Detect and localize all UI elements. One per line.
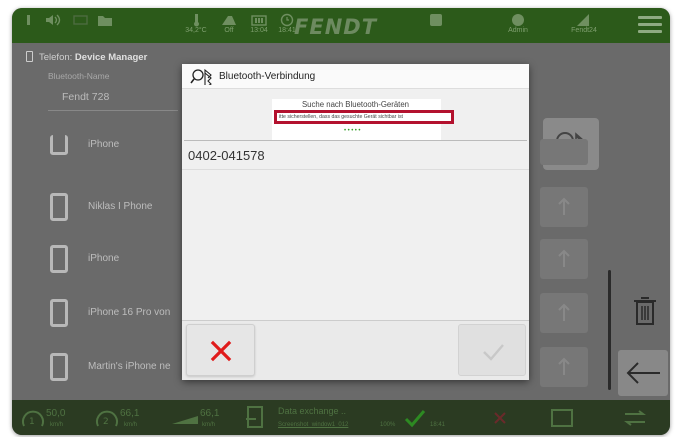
upload-button[interactable]: [540, 139, 588, 165]
check-icon: [404, 410, 426, 428]
device-label: Niklas I Phone: [88, 201, 153, 212]
divider: [184, 140, 527, 141]
speed-2-value: 66,1: [120, 408, 140, 419]
visibility-hint-text: itte sicherstellen, dass das gesuchte Ge…: [279, 114, 403, 120]
warning-icon[interactable]: [492, 410, 508, 426]
speed-1-value: 50,0: [46, 408, 66, 419]
device-row[interactable]: iPhone 16 Pro von: [40, 291, 180, 335]
arrow-up-icon: [558, 197, 570, 215]
data-transfer-icon: [246, 406, 263, 428]
phone-icon: [50, 245, 68, 273]
status-bar: 1 50,0 km/h 2 66,1 km/h 66,1 km/h Data e…: [12, 400, 670, 435]
scrollbar[interactable]: [608, 270, 611, 390]
terminal-display: 34,2°C Off 13:04 18:41 FENDT Admin Fendt…: [12, 8, 670, 435]
menu-icon[interactable]: [638, 16, 662, 34]
fendt-logo: FENDT: [294, 15, 378, 39]
device-row[interactable]: Niklas I Phone: [40, 185, 180, 229]
battery-time-indicator: 13:04: [244, 8, 274, 43]
temperature-text: 34,2°C: [185, 27, 207, 34]
found-devices-list: 0402-041578: [182, 142, 529, 320]
folder-icon: [94, 8, 116, 43]
upload-button[interactable]: [540, 347, 588, 387]
trash-icon: [634, 297, 656, 325]
keyboard-icon[interactable]: [426, 8, 446, 43]
data-exchange-percent: 100%: [380, 422, 396, 428]
switch-icon[interactable]: [622, 409, 648, 427]
page-title: Telefon: Device Manager: [26, 51, 147, 63]
phone-icon: [50, 353, 68, 381]
time-a-text: 13:04: [250, 27, 268, 34]
status-time: 18:41: [430, 422, 446, 428]
phone-icon: [50, 135, 68, 155]
device-label: Martin's iPhone ne: [88, 361, 171, 372]
admin-user[interactable]: Admin: [500, 8, 536, 43]
header-prefix: Telefon:: [39, 52, 73, 63]
data-exchange-text: Data exchange ..: [278, 406, 347, 416]
bluetooth-search-icon: [190, 68, 212, 85]
phone-icon: [26, 51, 33, 62]
off-text: Off: [224, 27, 234, 34]
checkmark-icon: [483, 344, 504, 361]
work-lights-indicator[interactable]: Off: [214, 8, 244, 43]
admin-label: Admin: [508, 27, 528, 34]
ground-speed-icon: [172, 416, 198, 424]
arrow-up-icon: [558, 303, 570, 321]
bluetooth-connection-dialog: Bluetooth-Verbindung Suche nach Bluetoot…: [182, 64, 529, 380]
temperature-indicator: 34,2°C: [178, 8, 214, 43]
speed-2-unit: km/h: [124, 422, 138, 428]
close-icon: [210, 340, 232, 362]
speed-1-unit: km/h: [50, 422, 64, 428]
top-bar: 34,2°C Off 13:04 18:41 FENDT Admin Fendt…: [12, 8, 670, 43]
fendt24-label: Fendt24: [571, 27, 597, 34]
search-status-text: Suche nach Bluetooth-Geräten: [301, 100, 410, 109]
upload-button[interactable]: [540, 293, 588, 333]
signal-icon: [18, 8, 40, 43]
device-label: iPhone 16 Pro von: [88, 307, 171, 318]
header-title: Device Manager: [74, 52, 148, 63]
svg-text:1: 1: [29, 417, 35, 427]
volume-icon[interactable]: [40, 8, 66, 43]
upload-button[interactable]: [540, 187, 588, 227]
phone-icon: [50, 299, 68, 327]
device-label: iPhone: [88, 253, 120, 264]
found-device-item[interactable]: 0402-041578: [182, 142, 529, 170]
data-exchange-filename: Screenshot_window1_012: [278, 422, 349, 428]
dialog-title-bar: Bluetooth-Verbindung: [182, 64, 529, 89]
battery-icon: [70, 8, 92, 43]
arrow-up-icon: [558, 357, 570, 375]
fendt24-button[interactable]: Fendt24: [564, 8, 604, 43]
dialog-footer: [182, 320, 529, 380]
cancel-button[interactable]: [186, 324, 255, 376]
device-row[interactable]: iPhone: [40, 237, 180, 281]
speed-1-icon: 1: [22, 410, 44, 427]
speed-3-unit: km/h: [202, 422, 216, 428]
device-row[interactable]: iPhone: [40, 135, 180, 181]
svg-text:2: 2: [103, 417, 109, 427]
bluetooth-name-field[interactable]: Fendt 728: [48, 83, 178, 111]
device-label: iPhone: [88, 139, 120, 150]
device-row[interactable]: Martin's iPhone ne: [40, 345, 180, 389]
dialog-title: Bluetooth-Verbindung: [219, 71, 316, 82]
confirm-button[interactable]: [458, 324, 526, 376]
upload-button[interactable]: [540, 239, 588, 279]
phone-icon: [50, 193, 68, 221]
delete-button[interactable]: [622, 288, 668, 334]
camera-icon[interactable]: [550, 407, 574, 429]
visibility-hint-highlight: itte sicherstellen, dass das gesuchte Ge…: [274, 110, 454, 124]
arrow-up-icon: [558, 249, 570, 267]
speed-3-value: 66,1: [200, 408, 220, 419]
speed-2-icon: 2: [96, 410, 118, 427]
bluetooth-name-label: Bluetooth-Name: [48, 71, 110, 81]
arrow-left-icon: [626, 362, 660, 384]
back-button[interactable]: [618, 350, 668, 396]
screen: 34,2°C Off 13:04 18:41 FENDT Admin Fendt…: [0, 0, 682, 437]
progress-dots: •••••: [344, 128, 363, 134]
